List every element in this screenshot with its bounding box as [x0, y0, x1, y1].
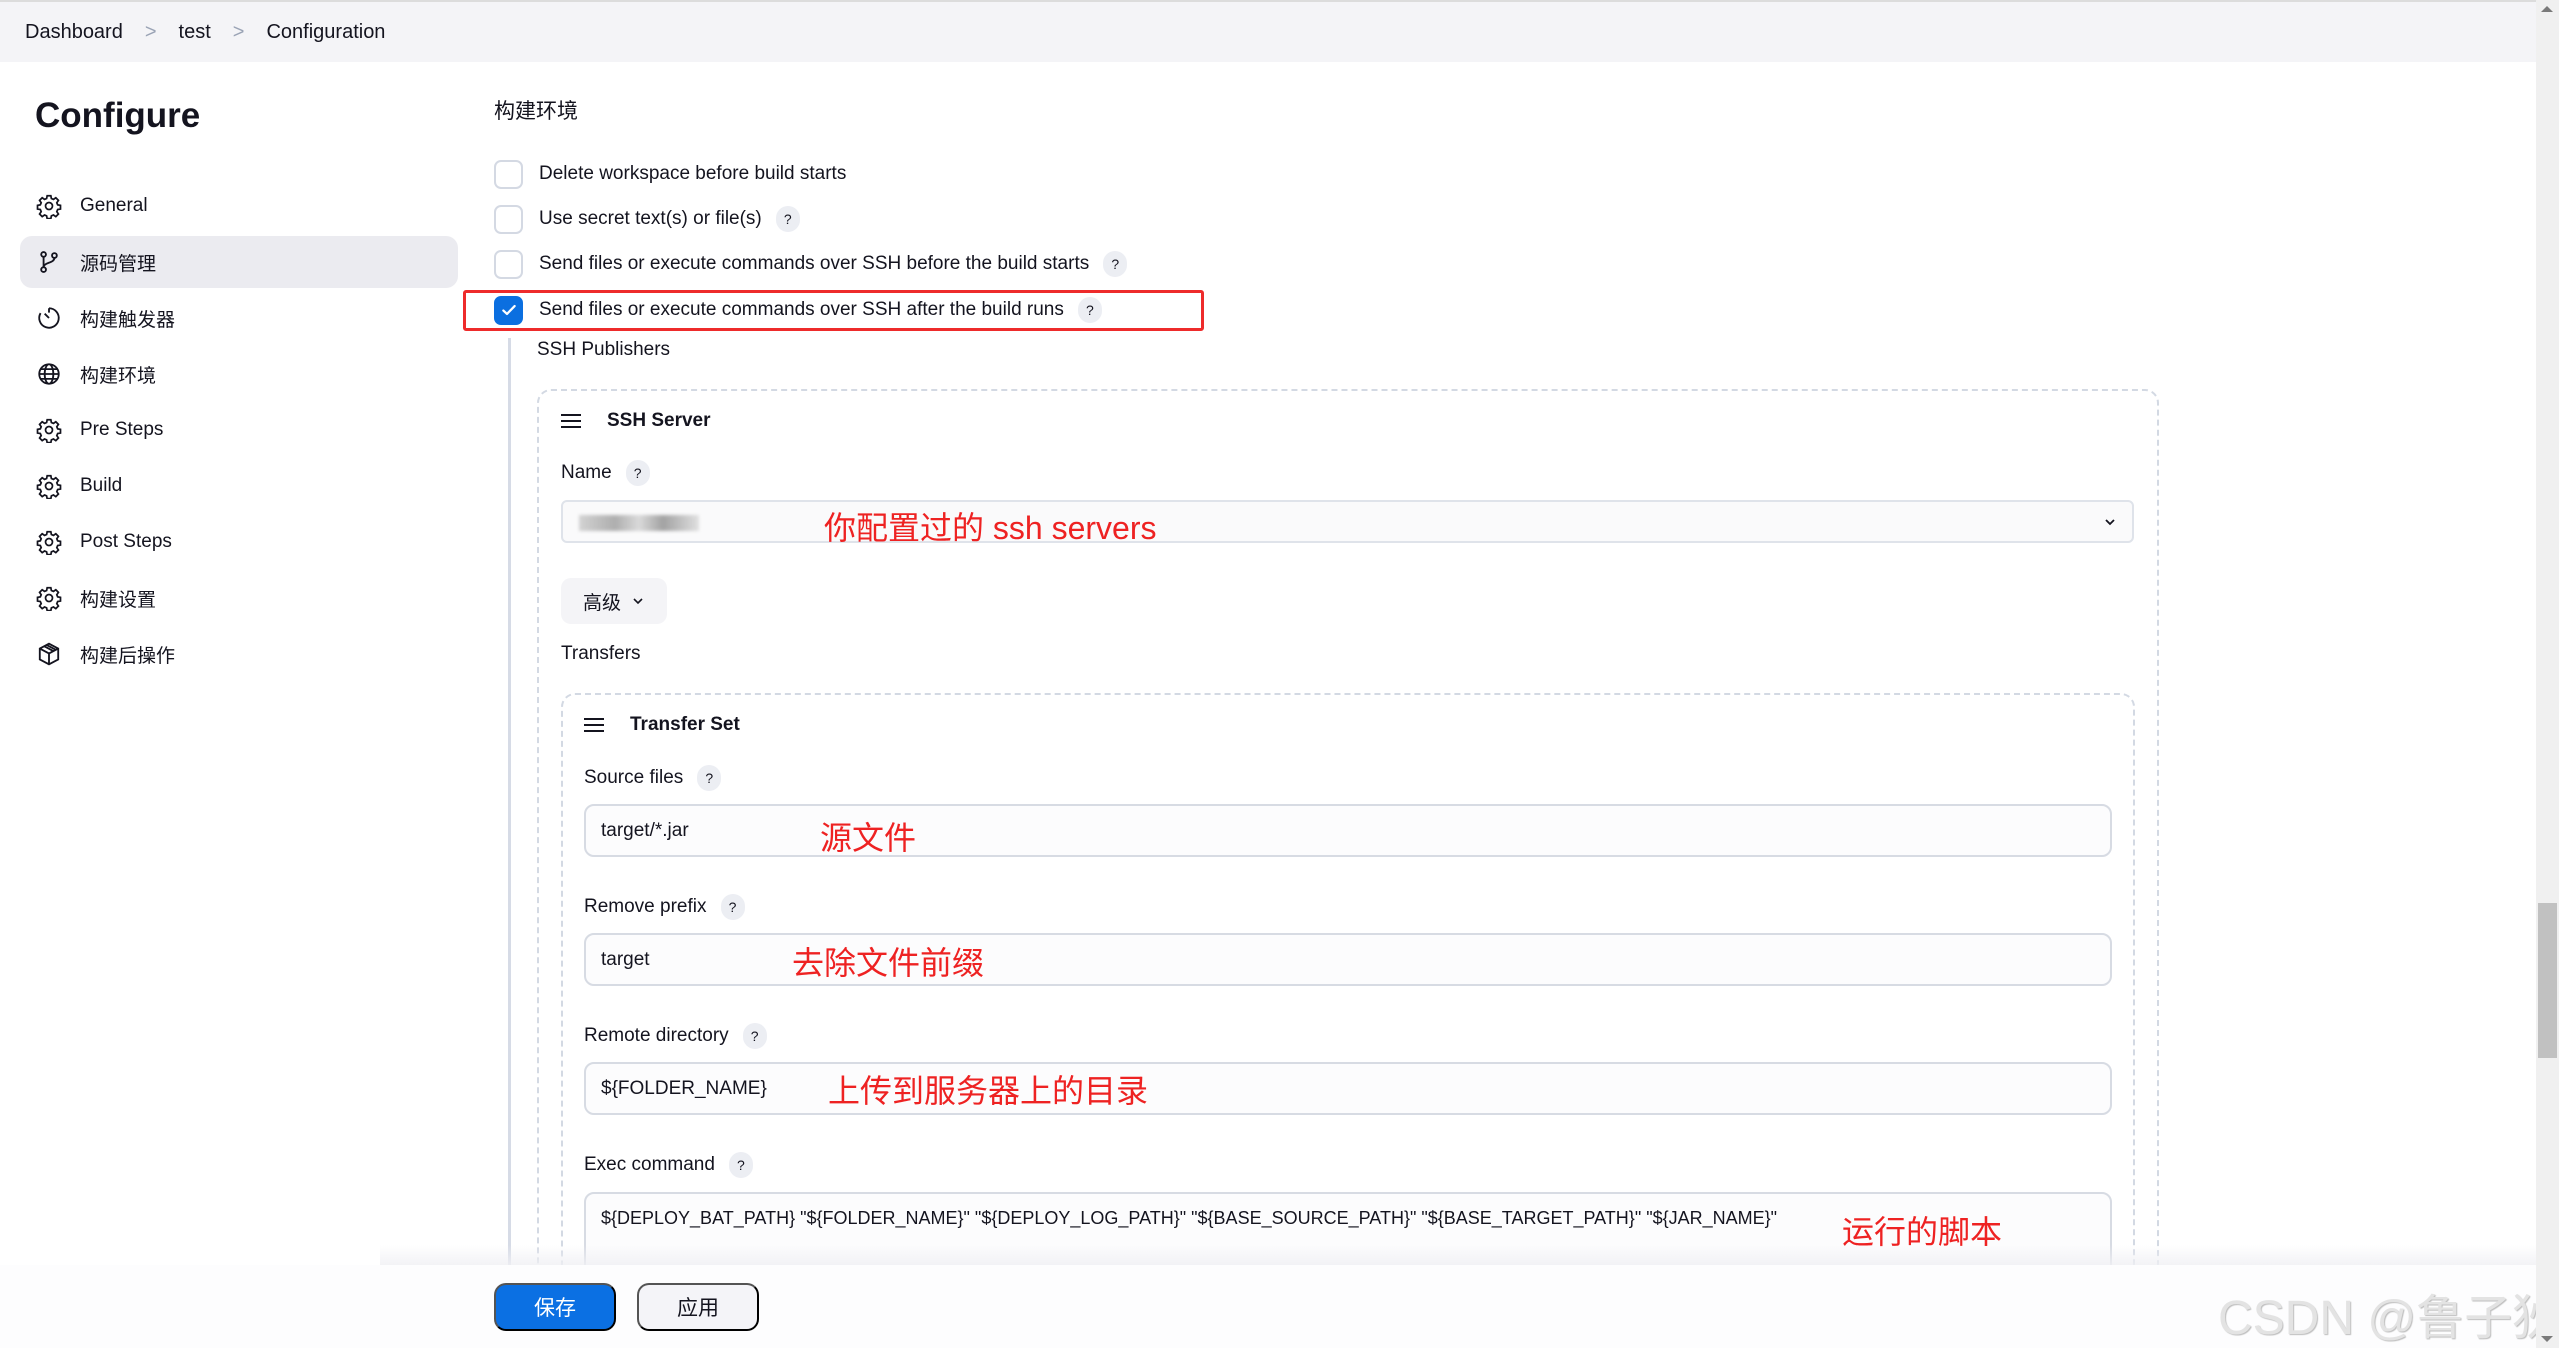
annotation-remove-prefix: 去除文件前缀	[792, 945, 985, 981]
help-icon[interactable]: ?	[742, 1023, 767, 1049]
breadcrumb-dashboard[interactable]: Dashboard	[25, 21, 123, 44]
delete-workspace-checkbox[interactable]	[494, 159, 523, 189]
checkbox-row-delete-workspace: Delete workspace before build starts	[494, 159, 846, 189]
name-label: Name	[561, 462, 612, 483]
page-title: Configure	[35, 96, 201, 135]
breadcrumb-separator: >	[144, 20, 157, 43]
footer-fade	[380, 1245, 2536, 1267]
sidebar-item-label: 源码管理	[80, 253, 157, 275]
remote-directory-label-row: Remote directory ?	[584, 1023, 767, 1049]
chevron-down-icon	[2105, 519, 2115, 526]
timer-icon	[36, 305, 62, 331]
save-button[interactable]: 保存	[494, 1283, 616, 1331]
sidebar-item-build[interactable]: Build	[20, 460, 458, 512]
checkbox-label: Send files or execute commands over SSH …	[539, 253, 1090, 274]
sidebar-item-label: Post Steps	[80, 531, 172, 552]
sidebar-item-build-environment[interactable]: 构建环境	[20, 348, 458, 400]
transfers-label: Transfers	[561, 643, 641, 664]
sidebar-item-label: 构建环境	[80, 365, 157, 387]
footer-bar	[0, 1265, 2536, 1348]
breadcrumb-test[interactable]: test	[179, 21, 211, 44]
help-icon[interactable]: ?	[775, 206, 800, 232]
remove-prefix-label-row: Remove prefix ?	[584, 894, 745, 920]
remote-directory-input[interactable]: ${FOLDER_NAME}	[584, 1062, 2112, 1115]
source-files-label-row: Source files ?	[584, 765, 722, 791]
sidebar-item-label: 构建触发器	[80, 309, 176, 331]
checkbox-row-ssh-before: Send files or execute commands over SSH …	[494, 249, 1128, 279]
use-secret-checkbox[interactable]	[494, 204, 523, 234]
sidebar-item-label: Build	[80, 475, 123, 496]
ssh-server-title: SSH Server	[607, 410, 711, 431]
help-icon[interactable]: ?	[625, 460, 650, 486]
remote-directory-label: Remote directory	[584, 1025, 729, 1046]
sidebar-item-pre-steps[interactable]: Pre Steps	[20, 404, 458, 456]
help-icon[interactable]: ?	[1103, 251, 1128, 277]
help-icon[interactable]: ?	[728, 1152, 753, 1178]
branch-icon	[36, 249, 62, 275]
breadcrumb-separator: >	[232, 20, 245, 43]
help-icon[interactable]: ?	[697, 765, 722, 791]
ssh-publishers-label: SSH Publishers	[537, 339, 671, 360]
exec-command-label-row: Exec command ?	[584, 1152, 753, 1178]
exec-command-value: ${DEPLOY_BAT_PATH} "${FOLDER_NAME}" "${D…	[601, 1208, 1778, 1228]
sidebar-item-post-build-actions[interactable]: 构建后操作	[20, 628, 458, 680]
apply-button[interactable]: 应用	[637, 1283, 759, 1331]
checkbox-row-use-secret: Use secret text(s) or file(s) ?	[494, 204, 800, 234]
sidebar-item-post-steps[interactable]: Post Steps	[20, 516, 458, 568]
ssh-before-build-checkbox[interactable]	[494, 249, 523, 279]
scroll-up-arrow-icon[interactable]	[2541, 6, 2553, 12]
drag-handle-icon[interactable]	[584, 718, 604, 732]
section-title: 构建环境	[494, 100, 578, 123]
sidebar-item-label: 构建后操作	[80, 645, 176, 667]
annotation-highlight-box	[463, 290, 1204, 331]
drag-handle-icon[interactable]	[561, 414, 581, 428]
help-icon[interactable]: ?	[720, 894, 745, 920]
advanced-button[interactable]: 高级	[561, 578, 667, 624]
source-files-label: Source files	[584, 767, 684, 788]
remote-directory-value: ${FOLDER_NAME}	[601, 1077, 767, 1099]
advanced-label: 高级	[582, 592, 621, 614]
ssh-server-name-select[interactable]	[561, 500, 2134, 543]
watermark: CSDN @鲁子狄	[2218, 1292, 2559, 1345]
gear-icon	[36, 193, 62, 219]
breadcrumb-configuration[interactable]: Configuration	[266, 21, 385, 44]
annotation-remote-directory: 上传到服务器上的目录	[828, 1073, 1149, 1109]
package-icon	[36, 641, 62, 667]
sidebar: General 源码管理 构建触发器 构建环境 Pre Steps Build	[20, 180, 458, 684]
sidebar-item-label: General	[80, 195, 148, 216]
sidebar-item-general[interactable]: General	[20, 180, 458, 232]
scroll-down-arrow-icon[interactable]	[2541, 1336, 2553, 1342]
source-files-input[interactable]: target/*.jar	[584, 804, 2112, 857]
sidebar-item-label: Pre Steps	[80, 419, 164, 440]
ssh-server-header: SSH Server	[561, 410, 711, 432]
source-files-value: target/*.jar	[601, 819, 689, 841]
scrollbar-thumb[interactable]	[2538, 903, 2557, 1058]
sidebar-item-build-triggers[interactable]: 构建触发器	[20, 292, 458, 344]
annotation-source-files: 源文件	[820, 820, 917, 856]
sidebar-item-source-control[interactable]: 源码管理	[20, 236, 458, 288]
globe-icon	[36, 361, 62, 387]
gear-icon	[36, 529, 62, 555]
sidebar-item-label: 构建设置	[80, 589, 157, 611]
obscured-server-name	[579, 515, 699, 531]
chevron-down-icon	[633, 598, 643, 605]
nested-section-line	[508, 338, 511, 1268]
sidebar-item-build-settings[interactable]: 构建设置	[20, 572, 458, 624]
breadcrumb: Dashboard > test > Configuration	[0, 2, 2536, 62]
checkbox-label: Use secret text(s) or file(s)	[539, 208, 762, 229]
remove-prefix-label: Remove prefix	[584, 896, 707, 917]
gear-icon	[36, 473, 62, 499]
annotation-name: 你配置过的 ssh servers	[824, 510, 1157, 546]
exec-command-label: Exec command	[584, 1154, 715, 1175]
remove-prefix-value: target	[601, 948, 650, 970]
gear-icon	[36, 417, 62, 443]
checkbox-label: Delete workspace before build starts	[539, 163, 847, 184]
name-label-row: Name ?	[561, 460, 650, 486]
gear-icon	[36, 585, 62, 611]
vertical-scrollbar[interactable]	[2536, 0, 2559, 1348]
transfer-set-title: Transfer Set	[630, 714, 740, 735]
transfer-set-header: Transfer Set	[584, 714, 740, 736]
